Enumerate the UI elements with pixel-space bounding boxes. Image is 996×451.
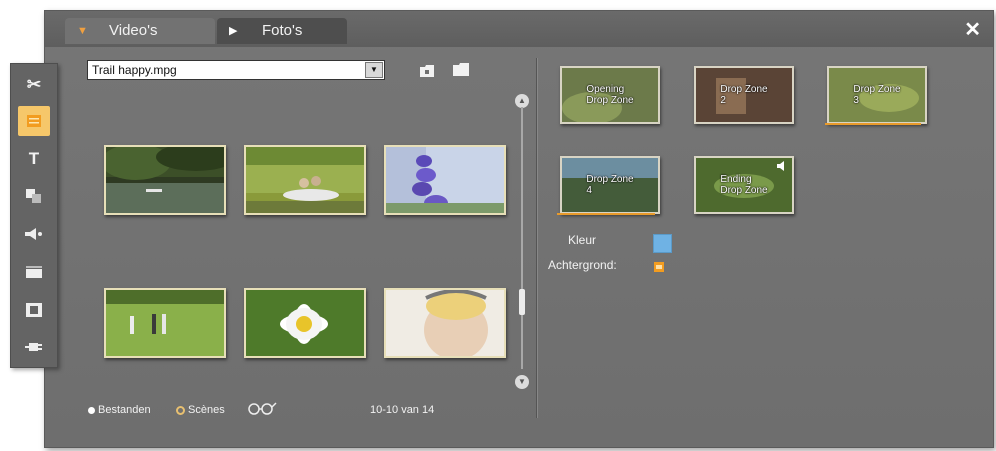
clip-count: 10-10 van 14: [370, 404, 435, 416]
scenes-radio[interactable]: Scènes: [176, 404, 225, 416]
progress-bar-3: [825, 123, 921, 125]
menu-button-caption: Drop Zone 4: [586, 174, 634, 196]
menu-button-caption: Drop Zone 3: [853, 84, 901, 106]
pane-divider: [536, 58, 537, 418]
clip-thumbnail-boat-people[interactable]: [244, 145, 366, 215]
audio-icon[interactable]: [18, 219, 50, 249]
background-label: Achtergrond:: [548, 258, 617, 272]
tab-videos-label: Video's: [109, 22, 158, 39]
collapse-triangle-icon: ▶: [229, 25, 238, 37]
speaker-icon: [777, 161, 784, 171]
menu-icon[interactable]: [18, 106, 50, 136]
folder-icon[interactable]: [453, 63, 471, 77]
clip-thumbnail-cyclist[interactable]: [384, 288, 506, 358]
menu-button-caption: Drop Zone 2: [720, 84, 768, 106]
radio-scenes-icon: [176, 405, 185, 415]
scrollbar-thumb[interactable]: [519, 289, 525, 315]
menu-button-2[interactable]: Drop Zone 2: [694, 66, 794, 124]
file-select[interactable]: Trail happy.mpg ▼: [87, 60, 385, 80]
color-swatch[interactable]: [653, 234, 672, 253]
scenes-label: Scènes: [188, 404, 225, 416]
clip-thumbnail-purple-flowers[interactable]: [384, 145, 506, 215]
clip-thumbnail-hikers-field[interactable]: [104, 288, 226, 358]
menu-button-opening[interactable]: Opening Drop Zone: [560, 66, 660, 124]
title-icon[interactable]: T: [18, 144, 50, 174]
tab-photos-label: Foto's: [262, 22, 303, 39]
color-label: Kleur: [568, 233, 597, 247]
tab-videos[interactable]: ▼ Video's: [65, 18, 215, 44]
menu-button-4[interactable]: Drop Zone 4: [560, 156, 660, 214]
clip-thumbnail-lake-boat[interactable]: [104, 145, 226, 215]
tool-sidebar: ✂ T: [10, 63, 58, 368]
background-picker-icon[interactable]: [654, 262, 664, 272]
folder-up-icon[interactable]: [420, 64, 438, 78]
files-radio[interactable]: Bestanden: [88, 404, 151, 416]
plug-icon[interactable]: [18, 332, 50, 362]
radio-files-icon: [88, 406, 95, 414]
disc-icon[interactable]: [18, 295, 50, 325]
tab-photos[interactable]: ▶ Foto's: [217, 18, 347, 44]
chevron-down-icon[interactable]: ▼: [365, 62, 383, 78]
progress-bar-4: [557, 213, 655, 215]
menu-button-ending[interactable]: Ending Drop Zone: [694, 156, 794, 214]
expand-triangle-icon: ▼: [77, 25, 88, 37]
scrollbar-track[interactable]: [521, 107, 523, 369]
menu-button-3[interactable]: Drop Zone 3: [827, 66, 927, 124]
clip-thumbnail-daisy[interactable]: [244, 288, 366, 358]
glasses-icon[interactable]: [247, 401, 277, 418]
file-select-value: Trail happy.mpg: [92, 63, 177, 77]
tab-bar: ▼ Video's ▶ Foto's ✕: [45, 11, 993, 47]
close-icon[interactable]: ✕: [964, 17, 981, 42]
scissors-icon[interactable]: ✂: [18, 70, 50, 100]
scroll-down-button[interactable]: ▼: [515, 375, 529, 389]
clapper-icon[interactable]: [18, 257, 50, 287]
effects-icon[interactable]: [18, 181, 50, 211]
files-label: Bestanden: [98, 404, 151, 416]
menu-button-caption: Opening Drop Zone: [586, 84, 634, 106]
scroll-up-button[interactable]: ▲: [515, 94, 529, 108]
